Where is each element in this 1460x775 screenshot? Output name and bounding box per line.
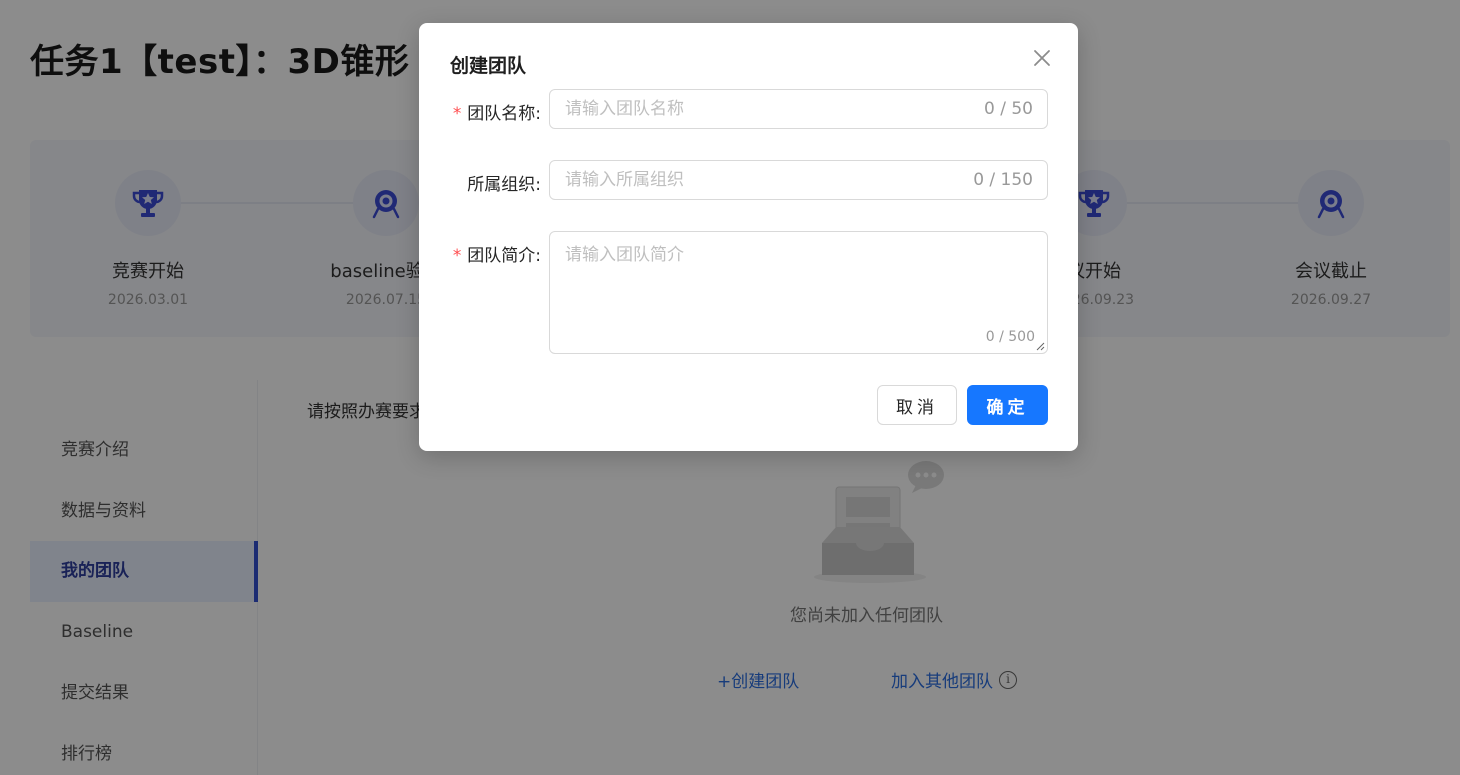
resize-handle-icon[interactable] [1035,341,1045,351]
create-team-modal: 创建团队 *团队名称: 0 / 50 所属组织: 0 / 150 *团队简介: … [419,23,1078,451]
intro-counter: 0 / 500 [985,329,1035,345]
cancel-button[interactable]: 取消 [877,385,957,425]
team-name-counter: 0 / 50 [984,99,1033,119]
confirm-button[interactable]: 确定 [967,385,1048,425]
intro-label: * 团队简介: [419,241,541,266]
org-label: 所属组织: [467,175,541,195]
required-mark: * [452,246,463,266]
team-name-input[interactable] [565,90,965,128]
team-name-label-text: 团队名称: [467,104,541,124]
team-name-label: * 团队名称: [419,99,541,124]
required-mark: * [452,104,463,124]
team-name-field: 0 / 50 [549,89,1048,129]
org-input[interactable] [565,161,965,199]
modal-title: 创建团队 [450,55,527,77]
intro-textarea[interactable] [565,240,1025,320]
intro-field: 0 / 500 [549,231,1048,354]
close-icon[interactable] [1031,47,1053,69]
org-field: 0 / 150 [549,160,1048,200]
org-counter: 0 / 150 [973,170,1033,190]
intro-label-text: 团队简介: [467,246,541,266]
